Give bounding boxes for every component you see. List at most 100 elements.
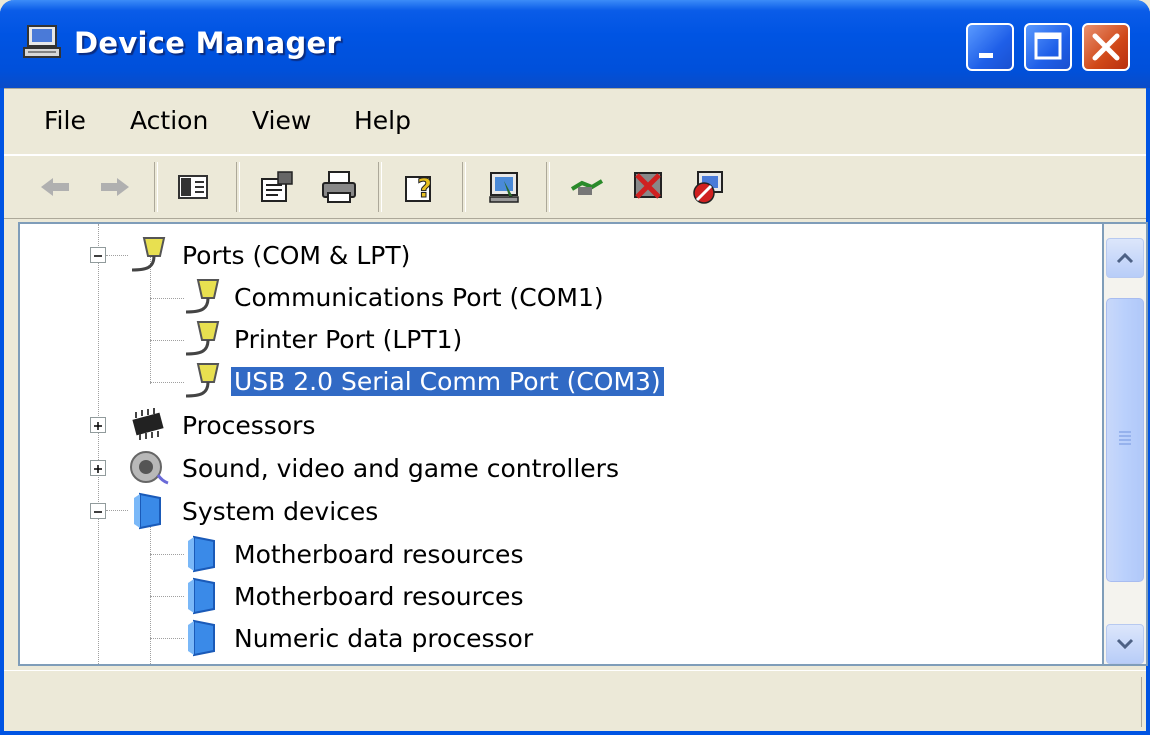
speaker-icon [130, 451, 169, 485]
back-button[interactable] [32, 164, 78, 210]
tree-guide-line [106, 255, 128, 256]
tree-item-label: Printer Port (LPT1) [234, 324, 463, 354]
uninstall-button[interactable] [626, 164, 672, 210]
title-bar[interactable]: Device Manager [0, 0, 1150, 88]
close-button[interactable] [1082, 23, 1130, 71]
scroll-down-button[interactable] [1106, 624, 1144, 664]
show-hide-console-tree-icon [178, 175, 208, 199]
tree-guide-line [150, 554, 184, 555]
uninstall-icon [634, 172, 662, 199]
expand-toggle[interactable] [90, 460, 106, 476]
maximize-button[interactable] [1024, 23, 1072, 71]
tree-item-com1[interactable]: Communications Port (COM1) [180, 276, 604, 318]
menu-help[interactable]: Help [354, 106, 411, 135]
disable-icon [693, 171, 723, 204]
serial-port-icon [185, 279, 220, 314]
minus-icon [94, 511, 102, 513]
show-hide-tree-button[interactable] [170, 164, 216, 210]
status-bar-divider [1141, 677, 1146, 727]
computer-icon [23, 25, 61, 58]
menu-view[interactable]: View [252, 106, 311, 135]
toolbar: ? [4, 156, 1146, 219]
disable-button[interactable] [686, 164, 732, 210]
print-icon [322, 171, 356, 203]
plus-icon [94, 465, 102, 473]
scan-hardware-button[interactable] [482, 164, 528, 210]
close-icon [1092, 33, 1120, 61]
minimize-icon [979, 53, 993, 58]
serial-port-icon [131, 237, 166, 272]
toolbar-separator [236, 162, 240, 212]
tree-guide-line [150, 638, 184, 639]
update-driver-icon [570, 179, 604, 195]
status-bar [4, 670, 1146, 731]
tree-item-label: Communications Port (COM1) [234, 282, 604, 312]
tree-item-com3[interactable]: USB 2.0 Serial Comm Port (COM3) [180, 360, 665, 402]
processor-chip-icon [132, 408, 164, 440]
tree-item-processors[interactable]: Processors [126, 404, 315, 446]
tree-guide-line [98, 224, 99, 664]
tree-item-label-selected: USB 2.0 Serial Comm Port (COM3) [230, 365, 665, 397]
chevron-down-icon [1116, 638, 1134, 650]
tree-item-numeric-data-processor[interactable]: Numeric data processor [180, 617, 533, 659]
plus-icon [94, 422, 102, 430]
help-icon: ? [405, 174, 433, 205]
scroll-up-button[interactable] [1106, 238, 1144, 278]
tree-guide-line [150, 524, 151, 664]
tree-item-ports[interactable]: Ports (COM & LPT) [126, 234, 410, 276]
toolbar-separator [546, 162, 550, 212]
tree-guide-line [150, 298, 184, 299]
forward-button[interactable] [92, 164, 138, 210]
system-device-icon [188, 577, 215, 615]
forward-arrow-icon [101, 178, 129, 196]
tree-item-sound[interactable]: Sound, video and game controllers [126, 447, 619, 489]
toolbar-separator [462, 162, 466, 212]
tree-item-label: Motherboard resources [234, 539, 524, 569]
minimize-button[interactable] [966, 23, 1014, 71]
expand-toggle[interactable] [90, 417, 106, 433]
properties-icon [261, 171, 293, 202]
tree-item-label: Sound, video and game controllers [182, 453, 619, 483]
toolbar-separator [154, 162, 158, 212]
menu-bar: File Action View Help [4, 88, 1146, 156]
chevron-up-icon [1116, 252, 1134, 264]
tree-item-motherboard-resources[interactable]: Motherboard resources [180, 575, 523, 617]
properties-button[interactable] [254, 164, 300, 210]
tree-guide-line [150, 382, 184, 383]
tree-item-motherboard-resources[interactable]: Motherboard resources [180, 533, 523, 575]
system-device-icon [134, 492, 161, 530]
device-manager-window: Device Manager File Action View Help ? P… [0, 0, 1150, 735]
system-device-icon [188, 535, 215, 573]
tree-item-label: Ports (COM & LPT) [182, 240, 411, 270]
menu-file[interactable]: File [44, 106, 86, 135]
window-title: Device Manager [74, 26, 342, 60]
tree-item-label: Motherboard resources [234, 581, 524, 611]
back-arrow-icon [41, 178, 69, 196]
scan-hardware-icon [489, 172, 519, 203]
vertical-scrollbar[interactable] [1104, 222, 1148, 666]
tree-guide-line [150, 596, 184, 597]
maximize-icon [1034, 32, 1062, 60]
system-device-icon [188, 619, 215, 657]
menu-action[interactable]: Action [130, 106, 208, 135]
serial-port-icon [185, 363, 220, 398]
grip-icon [1119, 431, 1131, 445]
tree-guide-line [106, 510, 128, 511]
tree-item-lpt1[interactable]: Printer Port (LPT1) [180, 318, 462, 360]
minus-icon [94, 255, 102, 257]
tree-item-label: System devices [182, 496, 379, 526]
tree-guide-line [150, 340, 184, 341]
tree-item-label: Processors [182, 410, 316, 440]
svg-text:?: ? [417, 174, 432, 204]
update-driver-button[interactable] [564, 164, 610, 210]
collapse-toggle[interactable] [90, 503, 106, 519]
device-tree[interactable]: Ports (COM & LPT) Communications Port (C… [18, 222, 1104, 666]
tree-item-label: Numeric data processor [234, 623, 534, 653]
serial-port-icon [185, 321, 220, 356]
collapse-toggle[interactable] [90, 247, 106, 263]
tree-item-system-devices[interactable]: System devices [126, 490, 378, 532]
toolbar-separator [378, 162, 382, 212]
help-button[interactable]: ? [398, 164, 444, 210]
print-button[interactable] [316, 164, 362, 210]
scroll-thumb[interactable] [1106, 298, 1144, 582]
